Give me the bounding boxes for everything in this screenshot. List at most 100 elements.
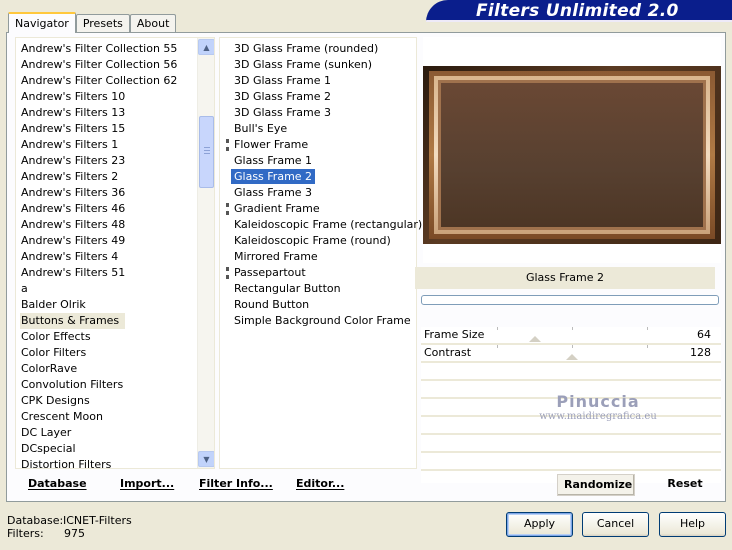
- category-item[interactable]: Andrew's Filters 2: [20, 169, 198, 185]
- category-label: CPK Designs: [21, 394, 90, 407]
- category-item[interactable]: Color Effects: [20, 329, 198, 345]
- category-label: Andrew's Filter Collection 62: [21, 74, 178, 87]
- chevron-down-icon: ▼: [203, 454, 210, 464]
- category-item[interactable]: Color Filters: [20, 345, 198, 361]
- filter-item[interactable]: Glass Frame 1: [228, 153, 414, 169]
- param-value: 64: [697, 328, 711, 341]
- filter-label: Mirrored Frame: [234, 250, 318, 263]
- tab-presets[interactable]: Presets: [75, 14, 130, 32]
- filter-listbox[interactable]: 3D Glass Frame (rounded) 3D Glass Frame (…: [219, 37, 422, 469]
- filter-info-button[interactable]: Filter Info...: [199, 477, 273, 490]
- category-item[interactable]: Andrew's Filters 1: [20, 137, 198, 153]
- category-item[interactable]: Andrew's Filters 48: [20, 217, 198, 233]
- database-info: Database:ICNET-Filters Filters: 975: [7, 514, 132, 540]
- category-item[interactable]: DCspecial: [20, 441, 198, 457]
- filter-item[interactable]: Simple Background Color Frame: [228, 313, 414, 329]
- filter-item[interactable]: Mirrored Frame: [228, 249, 414, 265]
- filter-label: Rectangular Button: [234, 282, 341, 295]
- filters-label: Filters:: [7, 527, 44, 540]
- category-item[interactable]: ColorRave: [20, 361, 198, 377]
- param-label: Contrast: [424, 346, 472, 359]
- filter-item[interactable]: Gradient Frame: [226, 201, 414, 217]
- category-item[interactable]: Andrew's Filters 23: [20, 153, 198, 169]
- slider-tick: [572, 327, 573, 330]
- filter-item[interactable]: Glass Frame 2: [228, 169, 414, 185]
- submenu-marker-icon: [226, 203, 229, 215]
- category-item[interactable]: Andrew's Filters 49: [20, 233, 198, 249]
- slider-pointer[interactable]: [528, 336, 541, 342]
- category-label: Andrew's Filters 46: [21, 202, 126, 215]
- category-label: Andrew's Filters 1: [21, 138, 119, 151]
- filter-item[interactable]: Rectangular Button: [228, 281, 414, 297]
- filter-item[interactable]: 3D Glass Frame (sunken): [228, 57, 414, 73]
- filter-item[interactable]: 3D Glass Frame 2: [228, 89, 414, 105]
- category-label: Balder Olrik: [21, 298, 86, 311]
- watermark: Pinuccia www.maidiregrafica.eu: [528, 392, 668, 422]
- category-label: a: [21, 282, 28, 295]
- filter-label: 3D Glass Frame (rounded): [234, 42, 379, 55]
- param-row-contrast[interactable]: Contrast 128: [421, 345, 721, 363]
- scroll-up-button[interactable]: ▲: [198, 39, 214, 55]
- category-item[interactable]: Crescent Moon: [20, 409, 198, 425]
- filter-item[interactable]: Glass Frame 3: [228, 185, 414, 201]
- param-row-frame-size[interactable]: Frame Size 64: [421, 327, 721, 345]
- cancel-button[interactable]: Cancel: [582, 512, 649, 537]
- tab-about[interactable]: About: [129, 14, 177, 32]
- category-item[interactable]: Andrew's Filters 46: [20, 201, 198, 217]
- category-item[interactable]: Andrew's Filters 15: [20, 121, 198, 137]
- slider-pointer[interactable]: [566, 354, 579, 360]
- editor-button[interactable]: Editor...: [296, 477, 344, 490]
- category-item[interactable]: Convolution Filters: [20, 377, 198, 393]
- category-item[interactable]: DC Layer: [20, 425, 198, 441]
- filter-item[interactable]: Passepartout: [226, 265, 414, 281]
- category-item[interactable]: Andrew's Filters 10: [20, 89, 198, 105]
- tab-navigator[interactable]: Navigator: [8, 12, 76, 33]
- filter-item[interactable]: Kaleidoscopic Frame (round): [228, 233, 414, 249]
- filter-item[interactable]: Kaleidoscopic Frame (rectangular): [228, 217, 422, 233]
- category-item[interactable]: Andrew's Filter Collection 55: [20, 41, 198, 57]
- database-button[interactable]: Database: [28, 477, 87, 490]
- category-item[interactable]: Andrew's Filters 51: [20, 265, 198, 281]
- category-item[interactable]: Balder Olrik: [20, 297, 198, 313]
- filter-label: Glass Frame 2: [231, 169, 316, 184]
- category-item[interactable]: a: [20, 281, 198, 297]
- grip-line: [204, 147, 210, 148]
- filter-item[interactable]: Round Button: [228, 297, 414, 313]
- progress-bar: [421, 295, 719, 305]
- apply-button[interactable]: Apply: [506, 512, 573, 537]
- category-item[interactable]: Andrew's Filters 4: [20, 249, 198, 265]
- reset-button[interactable]: Reset: [649, 474, 721, 496]
- category-item[interactable]: Andrew's Filter Collection 56: [20, 57, 198, 73]
- category-label: Andrew's Filters 10: [21, 90, 126, 103]
- category-listbox[interactable]: Andrew's Filter Collection 55 Andrew's Fi…: [15, 37, 215, 469]
- filter-item[interactable]: Bull's Eye: [228, 121, 414, 137]
- filter-item[interactable]: Flower Frame: [226, 137, 414, 153]
- category-label: Distortion Filters: [21, 458, 112, 469]
- grip-line: [204, 153, 210, 154]
- category-item[interactable]: Distortion Filters: [20, 457, 198, 469]
- filter-label: 3D Glass Frame 3: [234, 106, 332, 119]
- category-label: Color Filters: [21, 346, 87, 359]
- scroll-thumb[interactable]: [199, 116, 214, 188]
- scroll-down-button[interactable]: ▼: [198, 451, 214, 467]
- panel-button-bar: Database Import... Filter Info... Editor…: [13, 473, 727, 499]
- help-button[interactable]: Help: [659, 512, 726, 537]
- filter-item[interactable]: 3D Glass Frame 1: [228, 73, 414, 89]
- category-item[interactable]: Andrew's Filter Collection 62: [20, 73, 198, 89]
- category-label: Andrew's Filters 15: [21, 122, 126, 135]
- category-item[interactable]: Buttons & Frames: [20, 313, 198, 329]
- filter-item[interactable]: 3D Glass Frame 3: [228, 105, 414, 121]
- filter-label: Bull's Eye: [234, 122, 288, 135]
- category-scrollbar[interactable]: ▲ ▼: [197, 38, 214, 468]
- category-item[interactable]: Andrew's Filters 13: [20, 105, 198, 121]
- randomize-button[interactable]: Randomize: [557, 474, 635, 496]
- import-button[interactable]: Import...: [120, 477, 174, 490]
- filter-label: 3D Glass Frame 1: [234, 74, 332, 87]
- filter-label: Passepartout: [234, 266, 306, 279]
- database-label: Database:: [7, 514, 64, 527]
- filter-item[interactable]: 3D Glass Frame (rounded): [228, 41, 414, 57]
- category-label: Convolution Filters: [21, 378, 124, 391]
- category-item[interactable]: Andrew's Filters 36: [20, 185, 198, 201]
- category-item[interactable]: CPK Designs: [20, 393, 198, 409]
- filters-count: 975: [64, 527, 85, 540]
